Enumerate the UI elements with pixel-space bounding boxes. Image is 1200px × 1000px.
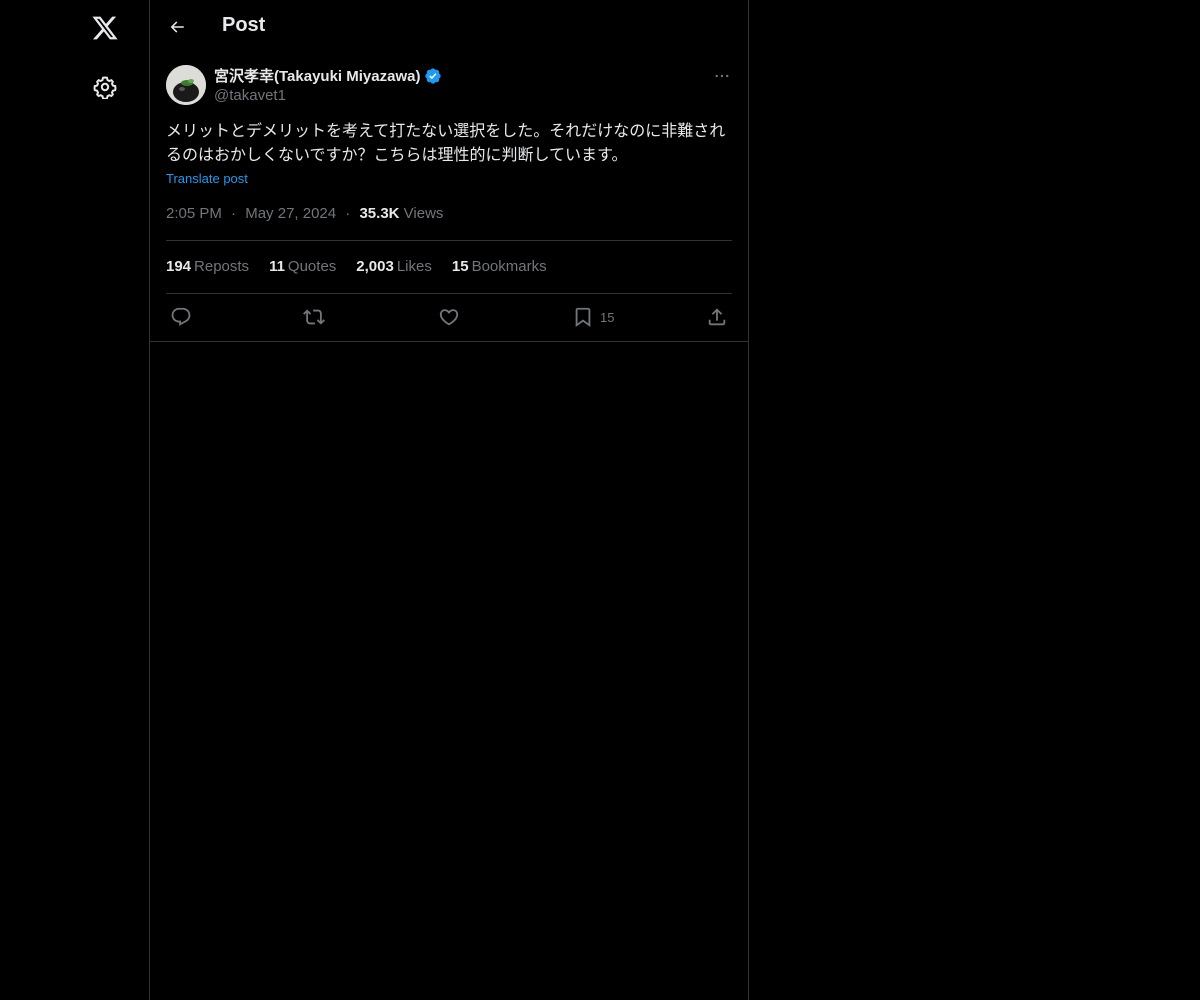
post-stats: 194 Reposts 11 Quotes 2,003 Likes 15 Bookmar… <box>166 258 547 275</box>
author-name[interactable]: 宮沢孝幸(Takayuki Miyazawa) <box>214 65 442 86</box>
verified-badge-icon[interactable] <box>424 67 442 85</box>
quotes-count: 11 <box>269 258 285 275</box>
post-meta: 2:05 PM · May 27, 2024 · 35.3K Views <box>166 205 443 222</box>
likes-stat[interactable]: 2,003 Likes <box>356 258 432 275</box>
bookmarks-label: Bookmarks <box>471 258 547 275</box>
arrow-left-icon <box>170 21 184 33</box>
views-count: 35.3K <box>359 205 400 222</box>
more-options-button[interactable] <box>710 64 734 88</box>
page-header: Post <box>150 0 748 53</box>
back-button[interactable] <box>160 10 194 44</box>
author-name-text: 宮沢孝幸(Takayuki Miyazawa) <box>214 68 421 85</box>
post-text: メリットとデメリットを考えて打たない選択をした。それだけなのに非難されるのはおか… <box>166 123 726 164</box>
bookmark-icon <box>575 307 591 328</box>
meta-separator: · <box>231 205 237 222</box>
divider <box>166 293 732 294</box>
meta-separator: · <box>345 205 351 222</box>
bookmarks-count: 15 <box>451 258 469 275</box>
share-button[interactable] <box>706 305 728 329</box>
avatar[interactable] <box>166 65 206 105</box>
reposts-stat[interactable]: 194 Reposts <box>166 258 249 275</box>
reply-icon <box>171 307 191 326</box>
main-column: Post 宮沢孝幸(Takayuki Miyazawa) @takavet1 メ… <box>150 0 749 1000</box>
bookmarks-stat[interactable]: 15 Bookmarks <box>452 258 547 275</box>
x-logo-icon[interactable] <box>80 3 130 53</box>
reposts-count: 194 <box>166 258 192 275</box>
avatar-image <box>166 65 206 105</box>
heart-icon <box>439 309 459 326</box>
left-rail <box>0 0 150 1000</box>
author-handle[interactable]: @takavet1 <box>214 87 286 104</box>
like-button[interactable] <box>438 305 460 329</box>
bookmark-count: 15 <box>600 309 615 325</box>
reply-button[interactable] <box>170 305 192 329</box>
repost-button[interactable] <box>303 305 325 329</box>
gear-icon[interactable] <box>80 62 130 112</box>
quotes-label: Quotes <box>287 258 337 275</box>
post-date[interactable]: May 27, 2024 <box>245 205 336 222</box>
reposts-label: Reposts <box>194 258 250 275</box>
likes-count: 2,003 <box>356 258 394 275</box>
post-time[interactable]: 2:05 PM <box>166 205 222 222</box>
more-dots-icon <box>715 74 729 78</box>
views-label: Views <box>403 205 444 222</box>
divider <box>166 240 732 241</box>
share-icon <box>708 308 726 326</box>
page-title: Post <box>222 14 266 36</box>
quotes-stat[interactable]: 11 Quotes <box>269 258 336 275</box>
divider <box>150 341 748 342</box>
likes-label: Likes <box>396 258 432 275</box>
repost-icon <box>303 309 325 325</box>
translate-post-link[interactable]: Translate post <box>166 171 248 186</box>
bookmark-button[interactable]: 15 <box>572 305 614 329</box>
